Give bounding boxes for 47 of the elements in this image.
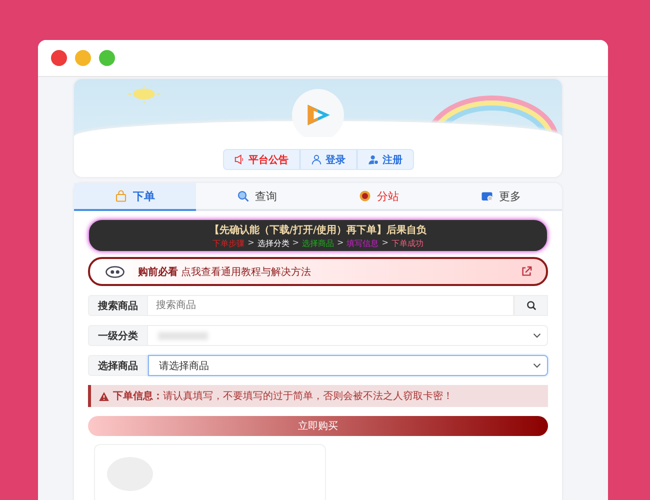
- step-label: 填写信息: [346, 238, 379, 249]
- buy-now-button[interactable]: 立即购买: [88, 416, 548, 436]
- bag-icon: [115, 190, 127, 202]
- field-label: 搜索商品: [88, 295, 148, 316]
- guide-link[interactable]: 购前必看 点我查看通用教程与解决方法: [88, 257, 548, 286]
- tab[interactable]: 下单: [74, 183, 196, 211]
- step-separator: >: [248, 238, 254, 249]
- tab[interactable]: 查询: [196, 183, 318, 211]
- step-separator: >: [382, 238, 388, 249]
- search-field[interactable]: 搜索商品: [148, 295, 514, 316]
- step-label: 选择商品: [302, 238, 334, 249]
- robot-icon: [104, 264, 126, 278]
- user-icon: [310, 154, 322, 165]
- step-label: 选择分类: [257, 238, 290, 249]
- search-button[interactable]: [514, 295, 548, 316]
- close-dot-icon[interactable]: [51, 50, 67, 66]
- chevron-down-icon: [533, 363, 541, 368]
- sun-icon: [126, 85, 162, 103]
- warning-title: 【先确认能（下载/打开/使用）再下单】后果自负: [208, 224, 428, 237]
- minimize-dot-icon[interactable]: [75, 50, 91, 66]
- step-label: 下单步骤: [212, 238, 245, 249]
- tab[interactable]: 更多: [440, 183, 562, 211]
- megaphone-icon: [234, 154, 244, 165]
- alert-text: 下单信息：请认真填写，不要填写的过于简单，否则会被不法之人窃取卡密！: [113, 390, 453, 403]
- search-icon: [526, 300, 536, 311]
- login-button[interactable]: 登录: [300, 149, 356, 170]
- wallet-icon: [481, 190, 493, 202]
- play-logo-icon: [292, 89, 344, 137]
- warning-icon: [99, 392, 109, 400]
- step-label: 下单成功: [391, 238, 424, 249]
- chevron-down-icon: [533, 333, 541, 338]
- external-link-icon: [521, 266, 532, 277]
- coin-icon: [359, 190, 371, 202]
- maximize-dot-icon[interactable]: [99, 50, 115, 66]
- select-field[interactable]: [148, 325, 548, 346]
- search-icon: [237, 190, 249, 202]
- field-label: 一级分类: [88, 325, 148, 346]
- user-add-icon: [368, 154, 378, 165]
- notice-button[interactable]: 平台公告: [222, 149, 300, 170]
- step-separator: >: [337, 238, 344, 249]
- step-separator: >: [292, 238, 299, 249]
- field-label: 选择商品: [88, 355, 148, 376]
- select-field[interactable]: 请选择商品: [148, 355, 548, 376]
- register-button[interactable]: 注册: [356, 149, 414, 170]
- select-value: 请选择商品: [159, 360, 209, 372]
- tab[interactable]: 分站: [318, 183, 440, 211]
- guide-text: 购前必看 点我查看通用教程与解决方法: [138, 266, 312, 278]
